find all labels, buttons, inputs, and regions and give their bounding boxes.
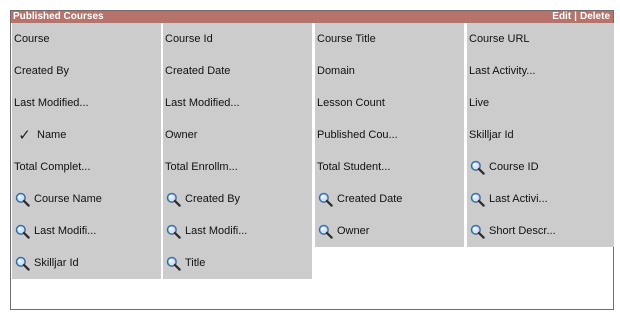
field-column: Course Title Domain Lesson Count Published … xyxy=(315,23,464,247)
delete-link[interactable]: Delete xyxy=(580,11,610,23)
field-label: Last Modifi... xyxy=(34,225,97,237)
field-item[interactable]: Published Cou... xyxy=(315,119,464,151)
field-column: Course Created By Last Modified... ✓ Name Tot… xyxy=(12,23,161,279)
field-item[interactable]: Created Date xyxy=(315,183,464,215)
actions-separator: | xyxy=(574,11,577,22)
field-label: Created Date xyxy=(165,65,231,77)
field-item[interactable]: Owner xyxy=(163,119,312,151)
field-label: Published Cou... xyxy=(317,129,398,141)
search-icon[interactable] xyxy=(14,191,31,208)
search-icon[interactable] xyxy=(165,191,182,208)
search-icon[interactable] xyxy=(469,191,486,208)
search-icon[interactable] xyxy=(317,223,334,240)
field-label: Course ID xyxy=(489,161,539,173)
field-item[interactable]: Course Title xyxy=(315,23,464,55)
field-label: Course Title xyxy=(317,33,376,45)
field-label: Last Modifi... xyxy=(185,225,248,237)
field-item[interactable]: ✓ Name xyxy=(12,119,161,151)
field-item[interactable]: Course xyxy=(12,23,161,55)
field-label: Skilljar Id xyxy=(34,257,79,269)
checkmark-icon: ✓ xyxy=(18,126,31,144)
field-item[interactable]: Total Student... xyxy=(315,151,464,183)
field-item[interactable]: Total Complet... xyxy=(12,151,161,183)
field-item[interactable]: Last Modifi... xyxy=(163,215,312,247)
field-item[interactable]: Created By xyxy=(163,183,312,215)
field-item[interactable]: Owner xyxy=(315,215,464,247)
field-item[interactable]: Title xyxy=(163,247,312,279)
search-icon[interactable] xyxy=(469,223,486,240)
field-item[interactable]: Total Enrollm... xyxy=(163,151,312,183)
field-item[interactable]: Created By xyxy=(12,55,161,87)
field-label: Owner xyxy=(165,129,198,141)
field-label: Owner xyxy=(337,225,370,237)
field-label: Course URL xyxy=(469,33,530,45)
field-label: Lesson Count xyxy=(317,97,385,109)
header-actions: Edit | Delete xyxy=(552,11,610,23)
field-item[interactable]: Live xyxy=(467,87,614,119)
field-label: Last Modified... xyxy=(14,97,89,109)
panel-header: Published Courses Edit | Delete xyxy=(11,11,613,23)
field-item[interactable]: Course Name xyxy=(12,183,161,215)
field-label: Total Complet... xyxy=(14,161,91,173)
field-label: Short Descr... xyxy=(489,225,556,237)
field-label: Created By xyxy=(14,65,70,77)
published-courses-panel: Published Courses Edit | Delete Course Cr… xyxy=(10,10,614,310)
field-label: Total Enrollm... xyxy=(165,161,238,173)
field-item[interactable]: Last Activity... xyxy=(467,55,614,87)
field-item[interactable]: Short Descr... xyxy=(467,215,614,247)
field-label: Course Id xyxy=(165,33,213,45)
search-icon[interactable] xyxy=(14,255,31,272)
search-icon[interactable] xyxy=(165,255,182,272)
field-label: Skilljar Id xyxy=(469,129,514,141)
field-column: Course Id Created Date Last Modified... Own… xyxy=(163,23,312,279)
edit-link[interactable]: Edit xyxy=(552,11,571,23)
field-item[interactable]: Course ID xyxy=(467,151,614,183)
field-item[interactable]: Last Modified... xyxy=(163,87,312,119)
field-label: Course xyxy=(14,33,50,45)
field-label: Last Modified... xyxy=(165,97,240,109)
field-item[interactable]: Course Id xyxy=(163,23,312,55)
field-label: Last Activity... xyxy=(469,65,536,77)
field-item[interactable]: Last Modified... xyxy=(12,87,161,119)
field-item[interactable]: Created Date xyxy=(163,55,312,87)
field-label: Last Activi... xyxy=(489,193,548,205)
field-item[interactable]: Skilljar Id xyxy=(12,247,161,279)
field-label: Created Date xyxy=(337,193,403,205)
field-item[interactable]: Last Activi... xyxy=(467,183,614,215)
field-item[interactable]: Lesson Count xyxy=(315,87,464,119)
field-label: Title xyxy=(185,257,206,269)
field-label: Course Name xyxy=(34,193,102,205)
panel-title: Published Courses xyxy=(13,11,104,22)
field-item[interactable]: Skilljar Id xyxy=(467,119,614,151)
search-icon[interactable] xyxy=(317,191,334,208)
search-icon[interactable] xyxy=(165,223,182,240)
field-label: Total Student... xyxy=(317,161,391,173)
field-item[interactable]: Domain xyxy=(315,55,464,87)
field-column: Course URL Last Activity... Live Skilljar I… xyxy=(467,23,614,247)
field-item[interactable]: Course URL xyxy=(467,23,614,55)
field-item[interactable]: Last Modifi... xyxy=(12,215,161,247)
field-label: Domain xyxy=(317,65,355,77)
field-label: Created By xyxy=(185,193,241,205)
field-label: Live xyxy=(469,97,490,109)
search-icon[interactable] xyxy=(14,223,31,240)
search-icon[interactable] xyxy=(469,159,486,176)
field-label: Name xyxy=(37,129,67,141)
